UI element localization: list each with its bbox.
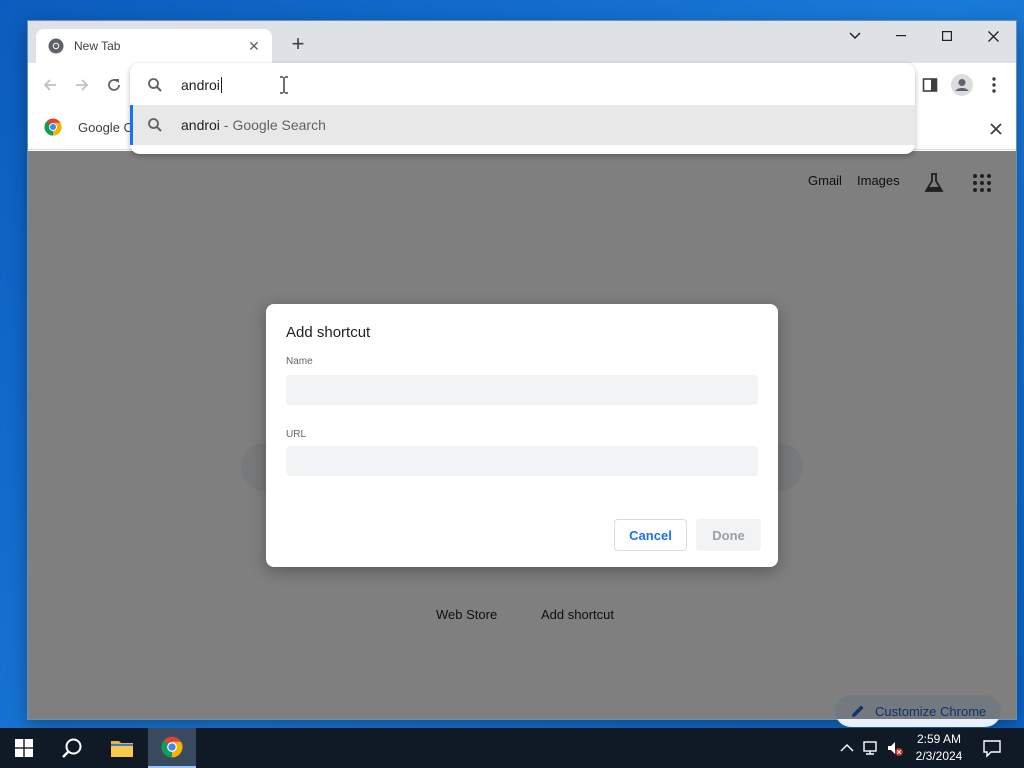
url-field[interactable] (286, 446, 758, 476)
omnibox-dropdown: androi androi - Google Search (130, 63, 915, 154)
back-button[interactable] (36, 71, 64, 99)
text-cursor-icon (280, 76, 288, 94)
close-window-button[interactable] (970, 21, 1016, 51)
clock-time: 2:59 AM (916, 732, 962, 746)
tab-search-button[interactable] (832, 21, 878, 51)
minimize-button[interactable] (878, 21, 924, 51)
taskbar-chrome[interactable] (148, 728, 196, 768)
taskbar: 2:59 AM 2/3/2024 (0, 728, 1024, 768)
chrome-logo-icon (161, 736, 183, 758)
close-icon (990, 123, 1002, 135)
tab-new-tab[interactable]: New Tab ✕ (36, 29, 272, 63)
close-icon (987, 30, 999, 42)
cancel-button[interactable]: Cancel (614, 519, 687, 551)
tab-title: New Tab (74, 39, 121, 53)
more-vert-icon (992, 77, 996, 93)
text-caret (220, 77, 222, 93)
omnibox-suggestion[interactable]: androi - Google Search (130, 105, 915, 145)
address-bar-text: androi (181, 77, 220, 93)
avatar-icon (951, 74, 973, 96)
chrome-logo-icon (44, 118, 62, 136)
bookmark-google-chrome[interactable]: Google C (44, 118, 133, 136)
taskbar-file-explorer[interactable] (98, 728, 146, 768)
chrome-icon (48, 38, 64, 54)
infobar-close-button[interactable] (990, 119, 1002, 140)
tab-close-icon[interactable]: ✕ (246, 38, 262, 55)
name-label: Name (286, 356, 313, 367)
forward-button[interactable] (68, 71, 96, 99)
arrow-right-icon (76, 79, 89, 91)
name-field[interactable] (286, 375, 758, 405)
reload-button[interactable] (100, 71, 128, 99)
suggestion-query: androi (181, 117, 220, 133)
maximize-button[interactable] (924, 21, 970, 51)
bookmark-label: Google C (78, 119, 133, 135)
clock[interactable]: 2:59 AM 2/3/2024 (910, 731, 968, 765)
maximize-icon (942, 31, 952, 41)
taskbar-search-button[interactable] (48, 728, 96, 768)
minimize-icon (896, 35, 906, 37)
search-icon (148, 118, 162, 132)
tab-strip: New Tab ✕ + (28, 21, 1016, 63)
new-tab-page: Gmail Images Web Store Add shortcut Cust… (28, 151, 1016, 727)
volume-muted-icon[interactable] (886, 739, 904, 757)
notification-icon[interactable] (982, 738, 1002, 758)
chevron-up-icon[interactable] (838, 739, 856, 757)
search-icon (148, 78, 162, 92)
address-bar-input[interactable]: androi (130, 65, 915, 105)
reload-icon (108, 79, 120, 91)
chevron-down-icon (849, 32, 861, 40)
windows-icon (15, 739, 33, 757)
profile-button[interactable] (948, 71, 976, 99)
side-panel-icon (922, 78, 938, 92)
search-icon (62, 738, 82, 758)
clock-date: 2/3/2024 (915, 749, 963, 763)
start-button[interactable] (0, 728, 48, 768)
url-label: URL (286, 429, 307, 440)
network-icon[interactable] (862, 739, 880, 757)
add-shortcut-dialog: Add shortcut Name URL Cancel Done (266, 304, 778, 567)
done-button[interactable]: Done (696, 519, 761, 551)
side-panel-button[interactable] (916, 71, 944, 99)
menu-button[interactable] (980, 71, 1008, 99)
arrow-left-icon (43, 79, 56, 91)
new-tab-button[interactable]: + (286, 33, 310, 57)
folder-icon (111, 741, 133, 757)
dialog-title: Add shortcut (286, 324, 371, 341)
suggestion-suffix: - Google Search (223, 117, 326, 133)
